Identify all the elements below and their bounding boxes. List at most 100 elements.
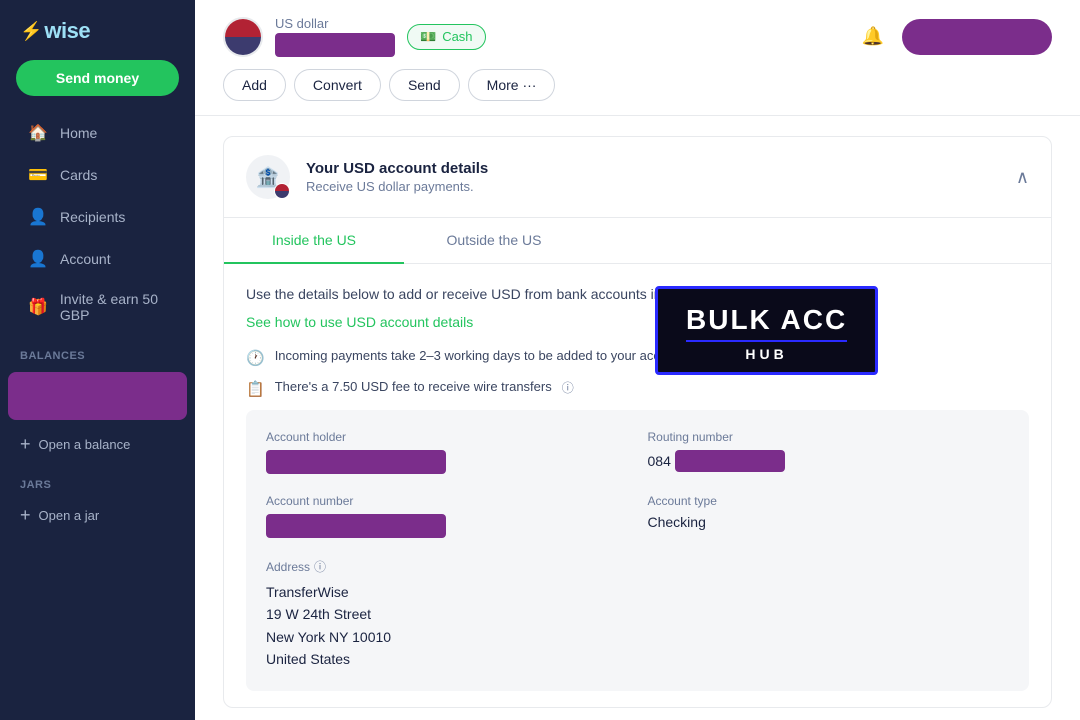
panel-collapse-button[interactable]: ∧ (1016, 167, 1029, 188)
panel-header-left: 🏦 Your USD account details Receive US do… (246, 155, 488, 199)
logo-bolt-icon: ⚡ (20, 21, 42, 42)
account-type-field: Account type Checking (648, 494, 1010, 538)
bell-icon: 🔔 (862, 26, 884, 46)
routing-number-value (675, 450, 785, 472)
sidebar-item-home-label: Home (60, 125, 97, 141)
balances-section-label: Balances (0, 334, 195, 368)
send-button[interactable]: Send (389, 69, 460, 101)
currency-label: US dollar (275, 16, 395, 31)
routing-number-label: Routing number (648, 430, 1010, 444)
address-value: TransferWise 19 W 24th Street New York N… (266, 581, 628, 671)
add-button[interactable]: Add (223, 69, 286, 101)
panel-subtitle: Receive US dollar payments. (306, 179, 488, 194)
logo-text: wise (44, 18, 90, 44)
details-grid: Account holder Routing number 084 Accoun (246, 410, 1029, 691)
address-label-row: Address ⓘ (266, 558, 628, 575)
logo: ⚡ wise (0, 0, 195, 60)
sidebar-item-cards[interactable]: 💳 Cards (8, 154, 187, 196)
sidebar-item-home[interactable]: 🏠 Home (8, 112, 187, 154)
topbar: US dollar 💵 Cash 🔔 Add Convert Send More… (195, 0, 1080, 116)
account-type-label: Account type (648, 494, 1010, 508)
routing-number-field: Routing number 084 (648, 430, 1010, 474)
currency-info: US dollar 💵 Cash (223, 16, 486, 57)
account-icon: 👤 (28, 249, 48, 269)
panel-title: Your USD account details (306, 160, 488, 177)
tab-inside-us-content: Use the details below to add or receive … (224, 264, 1051, 707)
main-nav: 🏠 Home 💳 Cards 👤 Recipients 👤 Account 🎁 … (0, 112, 195, 334)
send-money-button[interactable]: Send money (16, 60, 179, 96)
sidebar-item-recipients[interactable]: 👤 Recipients (8, 196, 187, 238)
balance-card[interactable] (8, 372, 187, 420)
address-info-icon[interactable]: ⓘ (314, 558, 326, 575)
sidebar-item-account-label: Account (60, 251, 111, 267)
more-button[interactable]: More ··· (468, 69, 556, 101)
topbar-actions: Add Convert Send More ··· (223, 69, 1052, 115)
bulk-acc-overlay: BULK ACC HUB (655, 286, 878, 375)
mini-flag-us (274, 183, 290, 199)
convert-button[interactable]: Convert (294, 69, 381, 101)
sidebar-item-cards-label: Cards (60, 167, 97, 183)
address-line-2: 19 W 24th Street (266, 603, 628, 625)
account-number-field: Account number (266, 494, 628, 538)
account-holder-value (266, 450, 446, 474)
account-type-value: Checking (648, 514, 1010, 530)
panel-title-block: Your USD account details Receive US doll… (306, 160, 488, 194)
tab-inside-us[interactable]: Inside the US (224, 218, 404, 264)
routing-number-row: 084 (648, 450, 1010, 472)
account-panel: 🏦 Your USD account details Receive US do… (223, 136, 1052, 708)
clock-icon: 🕐 (246, 349, 265, 367)
topbar-right: 🔔 (856, 19, 1052, 55)
content-area: 🏦 Your USD account details Receive US do… (195, 116, 1080, 720)
notice-row-2: 📋 There's a 7.50 USD fee to receive wire… (246, 379, 1029, 398)
see-how-link[interactable]: See how to use USD account details (246, 314, 473, 330)
bulk-acc-subtitle: HUB (686, 340, 847, 362)
sidebar: ⚡ wise Send money 🏠 Home 💳 Cards 👤 Recip… (0, 0, 195, 720)
info-text: Use the details below to add or receive … (246, 286, 1029, 302)
wire-fee-info-icon[interactable]: ⓘ (562, 379, 574, 396)
open-jar-button[interactable]: + Open a jar (0, 495, 195, 536)
open-jar-label: Open a jar (39, 508, 100, 523)
cash-label: Cash (442, 29, 472, 44)
main-content: US dollar 💵 Cash 🔔 Add Convert Send More… (195, 0, 1080, 720)
sidebar-item-recipients-label: Recipients (60, 209, 125, 225)
account-number-label: Account number (266, 494, 628, 508)
account-holder-label: Account holder (266, 430, 628, 444)
sidebar-item-account[interactable]: 👤 Account (8, 238, 187, 280)
plus-jar-icon: + (20, 505, 31, 526)
account-number-value (266, 514, 446, 538)
cash-badge: 💵 Cash (407, 24, 486, 50)
panel-header: 🏦 Your USD account details Receive US do… (224, 137, 1051, 218)
balance-amount (24, 386, 171, 406)
bulk-acc-title: BULK ACC (686, 305, 847, 336)
routing-prefix: 084 (648, 453, 671, 469)
notice-text-2: There's a 7.50 USD fee to receive wire t… (275, 379, 552, 394)
jars-section-label: Jars (0, 465, 195, 495)
address-line-1: TransferWise (266, 581, 628, 603)
cards-icon: 💳 (28, 165, 48, 185)
currency-name-block: US dollar (275, 16, 395, 57)
balance-value-redacted (275, 33, 395, 57)
address-line-3: New York NY 10010 (266, 626, 628, 648)
sidebar-item-invite-label: Invite & earn 50 GBP (60, 291, 167, 323)
address-label: Address (266, 560, 310, 574)
flag-us (223, 17, 263, 57)
bell-button[interactable]: 🔔 (856, 20, 890, 53)
notice-text-1: Incoming payments take 2–3 working days … (275, 348, 685, 363)
fee-icon: 📋 (246, 380, 265, 398)
open-balance-button[interactable]: + Open a balance (0, 424, 195, 465)
plus-icon: + (20, 434, 31, 455)
open-balance-label: Open a balance (39, 437, 131, 452)
invite-icon: 🎁 (28, 297, 48, 317)
bank-icon: 🏦 (246, 155, 290, 199)
notice-row-1: 🕐 Incoming payments take 2–3 working day… (246, 348, 1029, 367)
home-icon: 🏠 (28, 123, 48, 143)
account-holder-field: Account holder (266, 430, 628, 474)
cash-icon: 💵 (420, 29, 436, 45)
address-line-4: United States (266, 648, 628, 670)
sidebar-item-invite[interactable]: 🎁 Invite & earn 50 GBP (8, 280, 187, 334)
tab-outside-us[interactable]: Outside the US (404, 218, 584, 264)
address-field: Address ⓘ TransferWise 19 W 24th Street … (266, 558, 628, 671)
user-button-redacted[interactable] (902, 19, 1052, 55)
recipients-icon: 👤 (28, 207, 48, 227)
tabs-row: Inside the US Outside the US (224, 218, 1051, 264)
